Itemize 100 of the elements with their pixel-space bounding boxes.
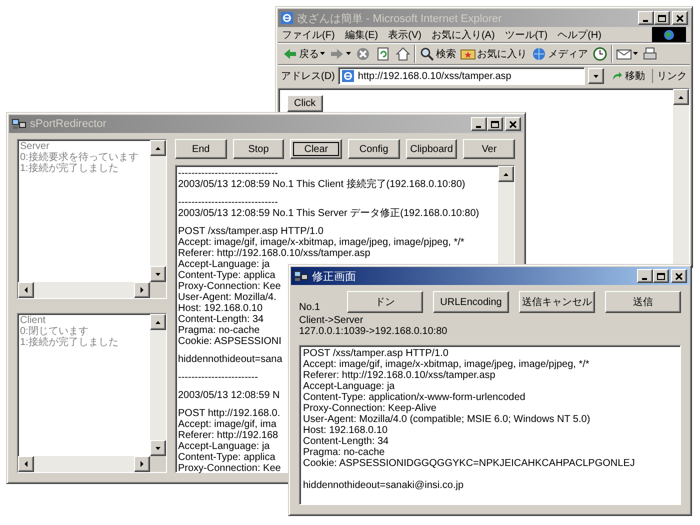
menu-item[interactable]: お気に入り(A) [431,28,495,42]
scroll-right-button[interactable] [134,456,150,472]
left-triangle-icon [22,460,30,468]
command-button[interactable]: Stop [232,139,284,159]
log-line: POST /xss/tamper.asp HTTP/1.0 [178,226,324,237]
links-button[interactable]: リンク [652,69,687,83]
menu-item[interactable]: ツール(T) [504,28,548,42]
request-line: hiddennothideout=sanaki@insi.co.jp [303,480,464,491]
request-line: User-Agent: Mozilla/4.0 (compatible; MSIE 6.0; Windows NT 5.0) [303,414,590,425]
log-line: Cookie: ASPSESSIONI [178,336,282,347]
command-button[interactable]: End [175,139,227,159]
log-line: Host: 192.168.0.10 [178,303,263,314]
scroll-up-button[interactable] [673,89,689,105]
request-line: Content-Type: application/x-www-form-urlencoded [303,392,526,403]
printer-icon [642,46,658,62]
request-line: Accept-Language: ja [303,381,395,392]
log-line: Pragma: no-cache [178,325,260,336]
log-line: hiddennothideout=sana [178,354,282,365]
vertical-scrollbar[interactable] [150,314,166,456]
scroll-left-button[interactable] [18,456,34,472]
dropdown-button[interactable] [588,68,604,84]
minimize-button[interactable] [638,11,654,25]
dialog-button[interactable]: URLEncoding [433,291,509,313]
request-editor[interactable] [299,345,681,505]
scrollbar-corner [150,282,166,298]
menu-item[interactable]: ファイル(F) [282,28,335,42]
search-icon [419,46,435,62]
computers-icon [293,269,309,283]
request-line: Referer: http://192.168.0.10/xss/tamper.asp [303,370,496,381]
stop-icon [355,46,371,62]
go-button[interactable]: 移動 [607,68,649,84]
log-line: ------------------------------ [178,197,278,208]
menu-item[interactable]: 表示(V) [388,28,422,42]
scroll-up-button[interactable] [150,140,166,156]
minimize-button[interactable] [637,269,653,283]
maximize-button[interactable] [487,117,503,131]
maximize-button[interactable] [653,269,669,283]
globe-icon [531,46,547,62]
search-button[interactable]: 検索 [417,44,458,62]
scroll-right-button[interactable] [134,282,150,298]
log-line: 2003/05/13 12:08:59 N [178,390,280,401]
horizontal-scrollbar[interactable] [18,456,150,472]
log-line: Content-Type: applica [178,452,276,463]
dialog-button[interactable]: 送信キャンセル [519,291,595,313]
command-button[interactable]: Clipboard [406,139,458,159]
vertical-scrollbar[interactable] [673,89,689,264]
address-field[interactable]: http://192.168.0.10/xss/tamper.asp [338,67,585,85]
scroll-up-button[interactable] [150,314,166,330]
close-button[interactable] [671,269,687,283]
maximize-icon [658,14,666,22]
close-button[interactable] [505,117,521,131]
horizontal-scrollbar[interactable] [18,282,150,298]
window-title: 改ざんは簡単 - Microsoft Internet Explorer [297,12,502,26]
favorites-button[interactable]: お気に入り [458,44,529,62]
back-button[interactable]: 戻る [280,44,327,62]
log-line: 2003/05/13 12:08:59 No.1 This Server データ修正(192.168.0.10:80) [178,208,480,219]
maximize-icon [657,272,665,280]
close-icon [675,272,683,280]
media-button[interactable]: メディア [529,44,590,62]
request-line: POST /xss/tamper.asp HTTP/1.0 [303,348,448,359]
maximize-button[interactable] [654,11,670,25]
command-button[interactable]: Config [348,139,400,159]
down-triangle-icon [154,270,162,278]
close-button[interactable] [672,11,688,25]
log-line: Referer: http://192.168 [178,430,278,441]
log-line: User-Agent: Mozilla/4. [178,292,276,303]
scroll-left-button[interactable] [18,282,34,298]
maximize-icon [491,120,499,128]
dialog-button[interactable]: 送信 [605,291,681,313]
request-number: No.1 [299,302,322,313]
log-line: 2003/05/13 12:08:59 No.1 This Client 接続完了(192.168.0.10:80) [178,179,466,190]
request-line: Content-Length: 34 [303,436,389,447]
scroll-down-button[interactable] [150,266,166,282]
command-button[interactable]: Ver [463,139,516,159]
log-line: Accept: image/gif, image/x-xbitmap, image/jpeg, image/pjpeg, */* [178,237,464,248]
arrow-icon [611,70,623,82]
list-line: 0:接続要求を待っています [20,152,138,163]
scroll-up-button[interactable] [498,166,514,182]
dialog-button[interactable]: ドン [347,291,423,313]
request-line: Pragma: no-cache [303,447,385,458]
minimize-button[interactable] [471,117,487,131]
click-button[interactable]: Click [287,95,323,112]
command-button[interactable]: Clear [290,139,342,159]
window-title: sPortRedirector [30,118,106,130]
menu-item[interactable]: 編集(E) [344,28,378,42]
log-line: ------------------------ [178,372,258,383]
close-icon [509,120,517,128]
scrollbar-corner [150,456,166,472]
direction-label: Client->Server [299,315,364,326]
vertical-scrollbar[interactable] [150,140,166,282]
caret-icon [592,72,600,80]
list-line: 1:接続が完了しました [20,337,118,348]
log-line: Proxy-Connection: Kee [178,463,281,474]
home-button[interactable] [393,44,413,62]
log-line: Accept-Language: ja [178,259,270,270]
menu-item[interactable]: ヘルプ(H) [558,28,602,42]
scroll-down-button[interactable] [150,440,166,456]
right-triangle-icon [138,460,146,468]
list-line: 1:接続が完了しました [20,163,118,174]
list-line: Client [20,315,46,326]
